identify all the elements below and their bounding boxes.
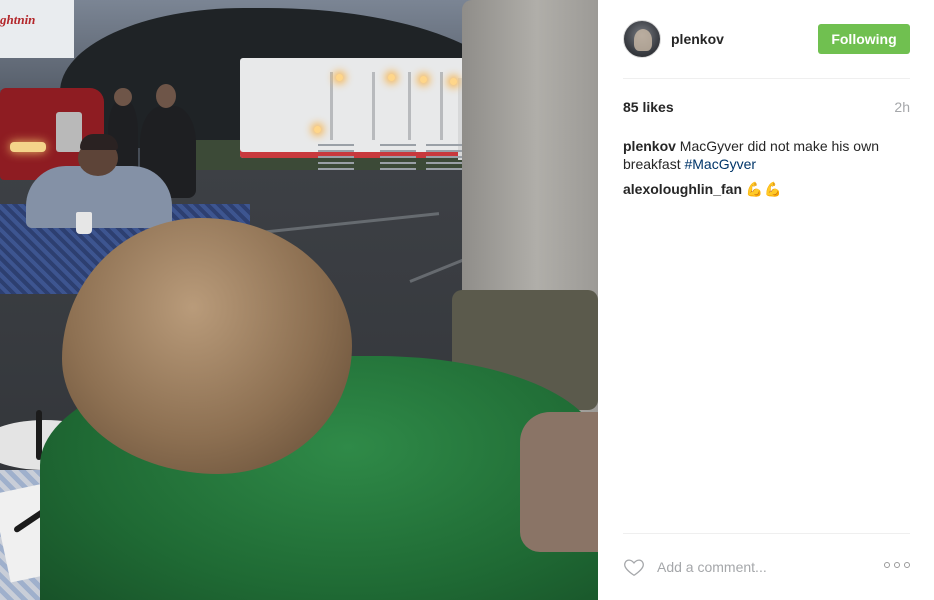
following-button[interactable]: Following	[818, 24, 910, 54]
comment-text: 💪💪	[745, 181, 783, 197]
hashtag-link[interactable]: #MacGyver	[684, 156, 756, 172]
trailer-lamp	[388, 74, 395, 81]
more-dot	[904, 562, 910, 568]
trailer-door	[372, 72, 375, 140]
more-dot	[894, 562, 900, 568]
trailer-stairs	[380, 144, 416, 172]
avatar-icon	[634, 29, 652, 51]
trailer-door	[408, 72, 411, 140]
divider	[623, 78, 910, 79]
more-dot	[884, 562, 890, 568]
truck-grill	[56, 112, 82, 152]
blond-hair	[62, 218, 352, 474]
trailer-stairs	[426, 144, 462, 172]
comment-list: plenkov MacGyver did not make his own br…	[623, 137, 910, 205]
truck-headlight	[10, 142, 46, 152]
truck-box: ghtnin	[0, 0, 74, 58]
comment-username[interactable]: plenkov	[623, 138, 676, 154]
trailer-lamp	[450, 78, 457, 85]
timestamp[interactable]: 2h	[894, 99, 910, 115]
seated-man-cap	[80, 134, 118, 150]
post-footer	[623, 552, 910, 584]
trailer-stairs	[318, 144, 354, 172]
background-person-head	[114, 88, 132, 106]
trailer-lamp	[336, 74, 343, 81]
post-side-panel: plenkov Following 85 likes 2h plenkov Ma…	[599, 0, 934, 600]
truck-logo: ghtnin	[0, 12, 36, 27]
comment-username[interactable]: alexoloughlin_fan	[623, 181, 742, 197]
paper-cup	[76, 212, 92, 234]
comment: alexoloughlin_fan 💪💪	[623, 180, 910, 198]
more-options-icon[interactable]	[884, 558, 910, 572]
post-header: plenkov Following	[623, 20, 910, 60]
arm	[520, 412, 598, 552]
trailer-door	[440, 72, 443, 140]
caption: plenkov MacGyver did not make his own br…	[623, 137, 910, 173]
trailer	[240, 58, 480, 158]
post-photo[interactable]: ghtnin	[0, 0, 598, 600]
trailer-lamp	[420, 76, 427, 83]
likes-count[interactable]: 85 likes	[623, 99, 674, 115]
heart-icon[interactable]	[623, 556, 645, 578]
trailer-lamp	[314, 126, 321, 133]
avatar[interactable]	[623, 20, 661, 58]
trailer-door	[330, 72, 333, 140]
add-comment-input[interactable]	[657, 554, 867, 580]
background-person-head	[156, 84, 176, 108]
username-link[interactable]: plenkov	[671, 31, 724, 47]
divider	[623, 533, 910, 534]
